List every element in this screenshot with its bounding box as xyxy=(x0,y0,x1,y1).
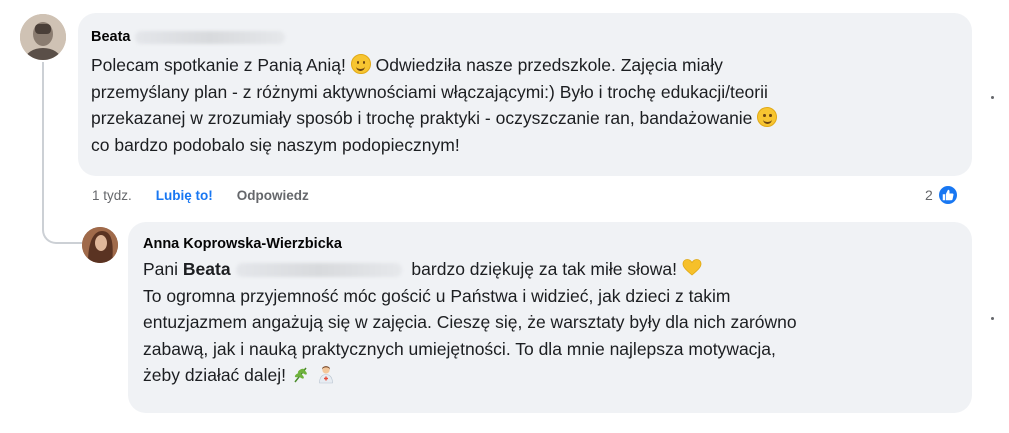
reply-text-line: bardzo dziękuję za tak miłe słowa! xyxy=(406,259,677,279)
reaction-count: 2 xyxy=(925,187,933,203)
reply-text-line: To ogromna przyjemność móc gościć u Pańs… xyxy=(143,285,731,306)
comment-text-line: przekazanej w zrozumiały sposób i trochę… xyxy=(91,108,753,128)
comment-text-line: przemyślany plan - z różnymi aktywnościa… xyxy=(91,81,768,102)
reply-bubble: Anna Koprowska-Wierzbicka Pani Beata bar… xyxy=(128,222,972,413)
profile-photo-icon xyxy=(20,14,66,60)
profile-photo-icon xyxy=(82,227,118,263)
comment-author[interactable]: Beata xyxy=(91,27,960,47)
reply-avatar[interactable] xyxy=(82,227,118,263)
reply-text-line: entuzjazmem angażują się w zajęcia. Cies… xyxy=(143,312,797,332)
reply-author[interactable]: Anna Koprowska-Wierzbicka xyxy=(143,234,960,254)
like-button[interactable]: Lubię to! xyxy=(156,188,213,203)
reply-text-line: zabawą, jak i nauką praktycznych umiejęt… xyxy=(143,338,776,359)
redacted-surname xyxy=(235,263,402,278)
health-worker-emoji-icon xyxy=(316,364,336,384)
comment-text-line: Polecam spotkanie z Panią Anią! xyxy=(91,55,346,75)
avatar[interactable] xyxy=(20,14,66,60)
reply-text-line: żeby działać dalej! xyxy=(143,365,286,385)
thread-connector-line xyxy=(42,62,82,244)
reply-text-line: Pani xyxy=(143,259,183,279)
comment-text: Polecam spotkanie z Panią Anią! Odwiedzi… xyxy=(91,52,960,158)
more-options-dot[interactable] xyxy=(991,96,994,99)
comment-timestamp[interactable]: 1 tydz. xyxy=(92,188,132,203)
comment-actions: 1 tydz. Lubię to! Odpowiedz xyxy=(92,188,309,203)
like-thumb-icon xyxy=(936,184,959,206)
reply-text: Pani Beata bardzo dziękuję za tak miłe s… xyxy=(143,256,960,389)
more-options-dot[interactable] xyxy=(991,317,994,320)
mentioned-name[interactable]: Beata xyxy=(183,259,231,279)
reply-button[interactable]: Odpowiedz xyxy=(237,188,309,203)
author-name[interactable]: Beata xyxy=(91,27,131,47)
comment-text-line: co bardzo podobalo się naszym podopieczn… xyxy=(91,134,460,155)
smiling-face-emoji-icon xyxy=(350,54,371,74)
comment-bubble: Beata Polecam spotkanie z Panią Anią! Od… xyxy=(78,13,972,176)
yellow-heart-emoji-icon xyxy=(682,258,702,278)
reaction-summary[interactable]: 2 xyxy=(925,184,959,206)
smiling-face-emoji-icon xyxy=(757,107,778,127)
comment-text-line: Odwiedziła nasze przedszkole. Zajęcia mi… xyxy=(370,55,723,75)
herb-emoji-icon xyxy=(291,364,311,384)
redacted-surname xyxy=(134,30,285,44)
